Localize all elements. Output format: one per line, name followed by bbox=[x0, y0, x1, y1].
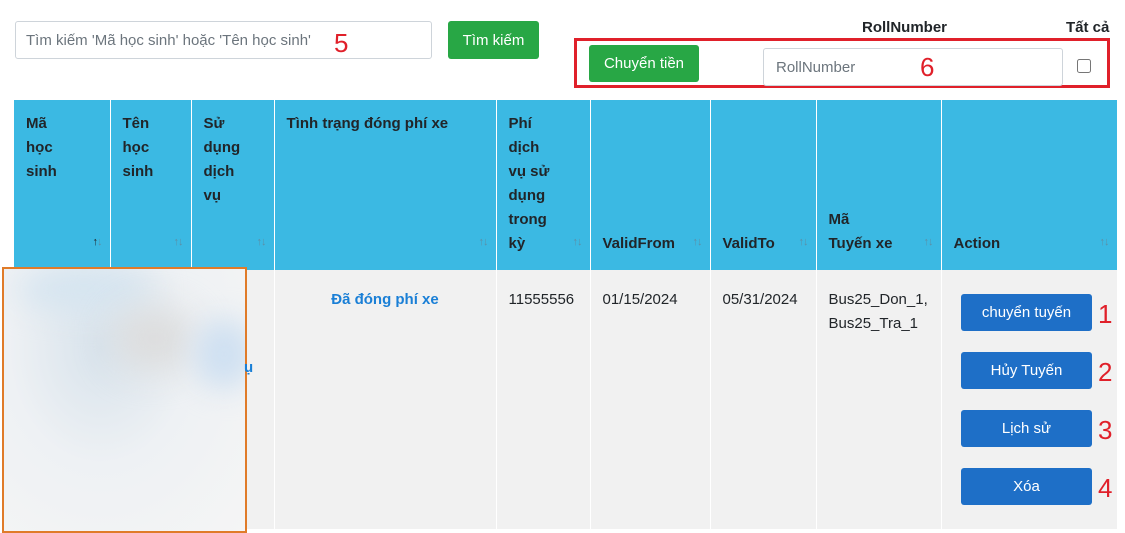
annotation-3: 3 bbox=[1098, 415, 1113, 445]
select-all-checkbox[interactable] bbox=[1077, 59, 1091, 73]
col-header-student-name[interactable]: Tên học sinh ↑↓ bbox=[110, 100, 192, 270]
table-header-row: Mã học sinh ↑↓ Tên học sinh ↑↓ Sử dụng dịc… bbox=[14, 100, 1118, 270]
history-button[interactable]: Lịch sử bbox=[961, 410, 1092, 447]
sort-icon[interactable]: ↑↓ bbox=[479, 230, 489, 254]
delete-button[interactable]: Xóa bbox=[961, 468, 1092, 505]
service-used-value: ụ bbox=[244, 359, 254, 376]
col-header-valid-from[interactable]: ValidFrom ↑↓ bbox=[590, 100, 711, 270]
sort-icon[interactable]: ↑↓ bbox=[1100, 230, 1110, 254]
col-header-valid-to[interactable]: ValidTo ↑↓ bbox=[710, 100, 817, 270]
cell-fee-status[interactable]: Đã đóng phí xe bbox=[274, 270, 497, 529]
col-header-route-code[interactable]: Mã Tuyến xe ↑↓ bbox=[816, 100, 942, 270]
search-input[interactable] bbox=[15, 21, 432, 59]
cell-valid-to: 05/31/2024 bbox=[710, 270, 817, 529]
annotation-2: 2 bbox=[1098, 357, 1113, 387]
col-header-action[interactable]: Action ↑↓ bbox=[941, 100, 1118, 270]
col-header-fee-status[interactable]: Tình trạng đóng phí xe ↑↓ bbox=[274, 100, 497, 270]
sort-icon[interactable]: ↑↓ bbox=[257, 230, 267, 254]
cell-valid-from: 01/15/2024 bbox=[590, 270, 711, 529]
change-route-button[interactable]: chuyển tuyến bbox=[961, 294, 1092, 331]
cell-fee: 11555556 bbox=[496, 270, 591, 529]
all-label: Tất cả bbox=[1066, 19, 1110, 36]
rollnumber-label: RollNumber bbox=[862, 19, 948, 36]
sort-icon[interactable]: ↑↓ bbox=[174, 230, 184, 254]
annotation-6: 6 bbox=[920, 52, 935, 82]
annotation-5: 5 bbox=[334, 28, 349, 58]
redacted-student-info bbox=[2, 267, 247, 533]
sort-icon[interactable]: ↑↓ bbox=[573, 230, 583, 254]
transfer-money-button[interactable]: Chuyển tiền bbox=[589, 45, 699, 82]
sort-icon[interactable]: ↑↓ bbox=[924, 230, 934, 254]
col-header-service-used[interactable]: Sử dụng dịch vụ ↑↓ bbox=[191, 100, 275, 270]
col-header-student-id[interactable]: Mã học sinh ↑↓ bbox=[14, 100, 111, 270]
cancel-route-button[interactable]: Hủy Tuyến bbox=[961, 352, 1092, 389]
sort-icon[interactable]: ↑↓ bbox=[93, 230, 103, 254]
rollnumber-input[interactable] bbox=[763, 48, 1063, 86]
annotation-1: 1 bbox=[1098, 299, 1113, 329]
cell-routes: Bus25_Don_1, Bus25_Tra_1 bbox=[816, 270, 942, 529]
annotation-4: 4 bbox=[1098, 473, 1113, 503]
col-header-service-fee[interactable]: Phí dịch vụ sử dụng trong kỳ ↑↓ bbox=[496, 100, 591, 270]
search-button[interactable]: Tìm kiếm bbox=[448, 21, 539, 59]
sort-icon[interactable]: ↑↓ bbox=[799, 230, 809, 254]
sort-icon[interactable]: ↑↓ bbox=[693, 230, 703, 254]
